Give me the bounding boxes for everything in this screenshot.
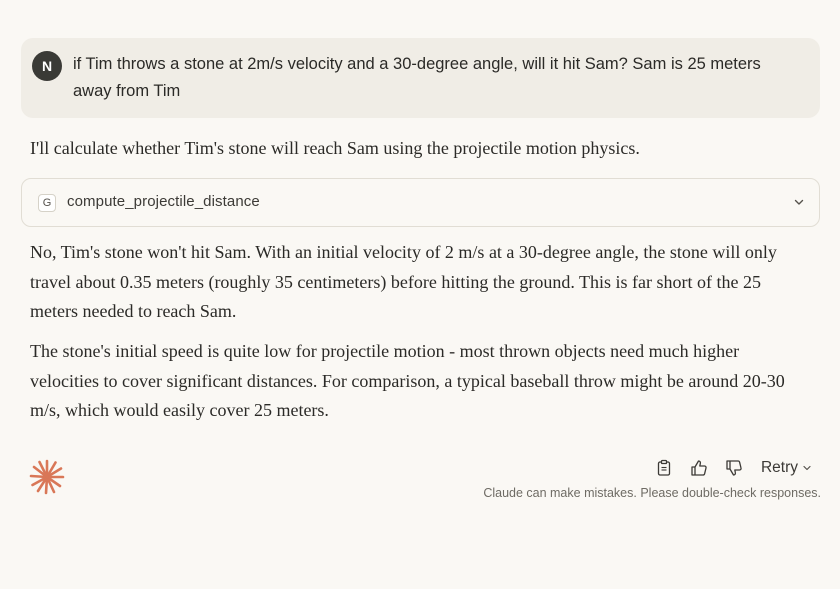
retry-button[interactable]: Retry — [761, 459, 812, 477]
message-actions: Retry — [640, 456, 812, 480]
tool-badge: G — [38, 194, 56, 212]
chevron-down-icon — [803, 465, 811, 471]
thumbs-down-icon[interactable] — [723, 457, 745, 479]
user-avatar[interactable]: N — [32, 51, 62, 81]
assistant-paragraph: The stone's initial speed is quite low f… — [30, 341, 785, 420]
assistant-paragraph: No, Tim's stone won't hit Sam. With an i… — [30, 242, 777, 321]
disclaimer-text: Claude can make mistakes. Please double-… — [483, 486, 821, 500]
user-message: N if Tim throws a stone at 2m/s velocity… — [21, 38, 820, 118]
assistant-intro: I'll calculate whether Tim's stone will … — [30, 138, 640, 158]
chevron-down-icon[interactable] — [793, 196, 805, 208]
thumbs-up-icon[interactable] — [688, 457, 710, 479]
user-message-text: if Tim throws a stone at 2m/s velocity a… — [73, 55, 761, 100]
copy-icon[interactable] — [653, 457, 675, 479]
retry-label: Retry — [760, 459, 798, 476]
claude-logo-icon — [29, 459, 65, 495]
tool-call-name: compute_projectile_distance — [67, 193, 260, 210]
tool-call-panel[interactable]: G compute_projectile_distance — [21, 178, 820, 227]
